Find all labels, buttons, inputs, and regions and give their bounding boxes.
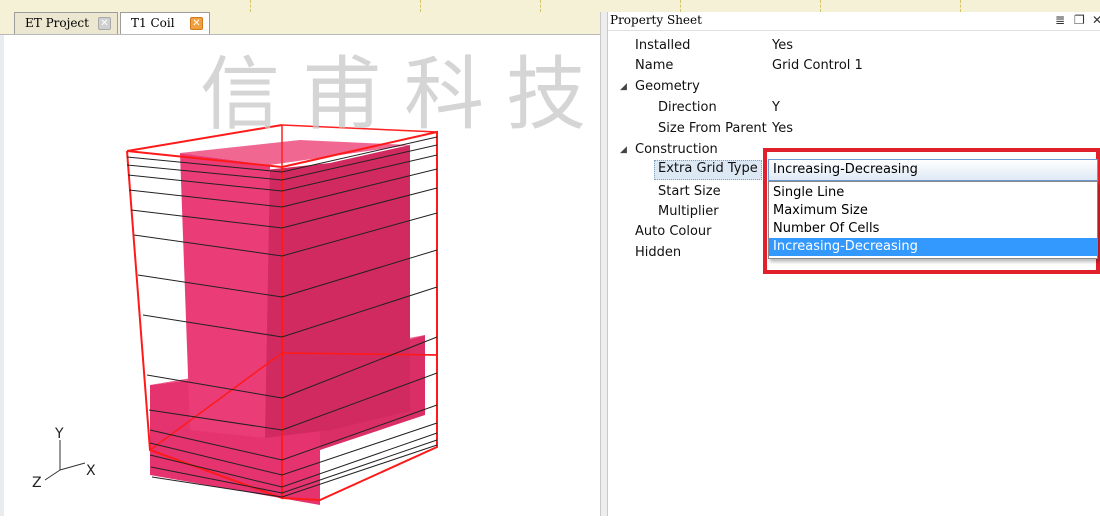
guide-line [250, 0, 252, 12]
property-value[interactable]: Grid Control 1 [772, 58, 863, 73]
y-axis-label: Y [54, 426, 64, 442]
menu-icon[interactable]: ≣ [1055, 13, 1065, 27]
z-axis-label: Z [32, 475, 42, 491]
property-group-geometry[interactable]: ◢ Geometry [608, 77, 1100, 97]
property-label: Installed [635, 38, 691, 53]
property-value[interactable]: Yes [772, 38, 793, 53]
tab-et-project[interactable]: ET Project ✕ [14, 12, 118, 34]
watermark-text: 信甫科技 [200, 48, 608, 141]
group-label: Construction [635, 142, 718, 157]
restore-icon[interactable]: ❐ [1074, 13, 1085, 27]
extra-grid-type-dropdown-list: Single Line Maximum Size Number Of Cells… [768, 181, 1098, 259]
property-row-size-from-parent[interactable]: Size From Parent Yes [608, 119, 1100, 139]
extra-grid-type-combobox[interactable]: Increasing-Decreasing [768, 159, 1098, 181]
property-label: Hidden [635, 245, 682, 260]
dropdown-option-number-of-cells[interactable]: Number Of Cells [769, 220, 1097, 238]
combobox-value: Increasing-Decreasing [773, 162, 918, 177]
close-icon[interactable]: ✕ [98, 17, 111, 30]
tab-label: ET Project [25, 16, 89, 30]
viewport-left-edge [0, 35, 4, 516]
property-sheet-header: Property Sheet ≣ ❐ ✕ [608, 12, 1100, 31]
group-label: Geometry [635, 79, 700, 94]
guide-line [820, 0, 822, 12]
collapse-triangle-icon[interactable]: ◢ [620, 145, 627, 155]
axis-triad [44, 440, 86, 481]
column-right-face [265, 145, 410, 438]
panel-title: Property Sheet [610, 13, 702, 27]
guide-line [680, 0, 682, 12]
guide-line [960, 0, 962, 12]
property-label: Auto Colour [635, 224, 712, 239]
dropdown-option-maximum-size[interactable]: Maximum Size [769, 202, 1097, 220]
property-label: Name [635, 58, 674, 73]
dropdown-option-increasing-decreasing[interactable]: Increasing-Decreasing [769, 238, 1097, 256]
top-strip [0, 0, 1100, 12]
property-value[interactable]: Yes [772, 121, 793, 136]
property-row-direction[interactable]: Direction Y [608, 98, 1100, 118]
property-label: Start Size [658, 184, 721, 199]
property-value[interactable]: Y [772, 100, 780, 115]
close-icon[interactable]: ✕ [1092, 13, 1100, 27]
x-axis-label: X [86, 463, 96, 479]
property-row-installed[interactable]: Installed Yes [608, 36, 1100, 56]
close-icon[interactable]: ✕ [190, 17, 203, 30]
panel-splitter[interactable] [600, 12, 608, 516]
property-label: Size From Parent [658, 121, 767, 136]
dropdown-option-single-line[interactable]: Single Line [769, 184, 1097, 202]
collapse-triangle-icon[interactable]: ◢ [620, 82, 627, 92]
property-label: Direction [658, 100, 717, 115]
guide-line [420, 0, 422, 12]
property-label-selected: Extra Grid Type [654, 160, 762, 180]
tab-t1-coil[interactable]: T1 Coil ✕ [120, 12, 210, 34]
property-label: Multiplier [658, 204, 719, 219]
property-row-name[interactable]: Name Grid Control 1 [608, 56, 1100, 76]
tab-label: T1 Coil [131, 16, 175, 30]
guide-line [540, 0, 542, 12]
